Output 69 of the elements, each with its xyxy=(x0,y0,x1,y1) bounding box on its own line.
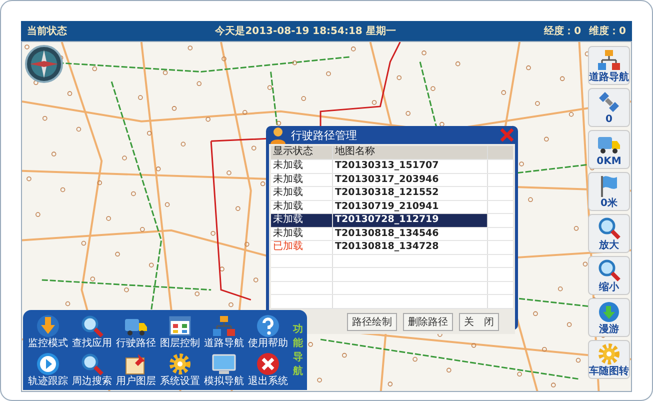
close-icon xyxy=(256,352,280,376)
map-name: T20130318_121552 xyxy=(333,187,488,200)
function-button[interactable]: 监控模式 xyxy=(27,314,69,350)
gear-icon xyxy=(168,352,192,376)
function-button[interactable]: 周边搜索 xyxy=(71,352,113,388)
magnifier-icon xyxy=(80,352,104,376)
route-row[interactable]: 未加载 T20130818_134546 xyxy=(271,228,513,241)
map-tool-button[interactable]: 0KM xyxy=(588,130,630,169)
map-tool-button[interactable]: 0 xyxy=(588,88,630,127)
function-button[interactable]: 系统设置 xyxy=(159,352,201,388)
map-name: T20130818_134728 xyxy=(333,241,488,254)
pinned-note-icon xyxy=(124,352,148,376)
map-tool-button[interactable]: 缩小 xyxy=(588,256,630,295)
magnifier-icon xyxy=(597,258,621,282)
function-button[interactable]: 用户图层 xyxy=(115,352,157,388)
function-button[interactable]: 图层控制 xyxy=(159,314,201,350)
status-title: 当前状态 xyxy=(27,24,67,38)
function-button[interactable]: 模拟导航 xyxy=(203,352,245,388)
function-button[interactable]: 道路导航 xyxy=(203,314,245,350)
gear-icon xyxy=(597,342,621,366)
coordinate-readout: 维度：0 xyxy=(589,24,626,38)
function-button[interactable]: 使用帮助 xyxy=(247,314,289,350)
dialog-button[interactable]: 删除路径 xyxy=(403,312,453,330)
compass-icon xyxy=(24,44,64,84)
map-name: T20130719_210941 xyxy=(333,200,488,213)
map-name: T20130317_203946 xyxy=(333,174,488,186)
window-grid-icon xyxy=(168,314,192,338)
magnifier-icon xyxy=(80,314,104,338)
function-button[interactable]: 行驶路径 xyxy=(115,314,157,350)
monitor-icon xyxy=(212,352,236,376)
play-icon xyxy=(36,352,60,376)
load-status: 未加载 xyxy=(271,214,333,226)
magnifier-icon xyxy=(597,216,621,240)
map-tool-button[interactable]: 车随图转 xyxy=(588,340,630,379)
function-button[interactable]: 查找应用 xyxy=(71,314,113,350)
route-row[interactable]: 未加载 T20130318_121552 xyxy=(271,187,513,200)
dialog-button[interactable]: 路径绘制 xyxy=(347,312,397,330)
date-time: 今天是2013-08-19 18:54:18 星期一 xyxy=(215,24,396,38)
load-status: 未加载 xyxy=(271,228,333,240)
load-status: 未加载 xyxy=(271,160,333,172)
column-header[interactable]: 显示状态 xyxy=(271,146,333,159)
map-tool-button[interactable]: 0米 xyxy=(588,172,630,211)
coordinate-readout: 经度：0 xyxy=(544,24,582,38)
route-row[interactable]: 已加载 T20130818_134728 xyxy=(271,241,513,254)
column-header[interactable]: 地图名称 xyxy=(333,146,488,159)
load-status: 已加载 xyxy=(271,241,333,254)
panel-label: 功能导航 xyxy=(293,323,303,379)
map-tool-button[interactable]: 道路导航 xyxy=(588,46,630,85)
map-name: T20130818_134546 xyxy=(333,228,488,240)
globe-icon xyxy=(597,300,621,324)
function-button[interactable]: 退出系统 xyxy=(247,352,289,388)
network-icon xyxy=(212,314,236,338)
help-icon xyxy=(256,314,280,338)
map-tool-button[interactable]: 放大 xyxy=(588,214,630,253)
map-name: T20130728_112719 xyxy=(333,214,488,226)
user-icon xyxy=(269,126,287,144)
satellite-icon xyxy=(597,90,621,114)
load-status: 未加载 xyxy=(271,187,333,200)
load-status: 未加载 xyxy=(271,174,333,186)
dialog-title: 行驶路径管理 xyxy=(291,128,358,142)
map-name: T20130313_151707 xyxy=(333,160,488,172)
route-row[interactable]: 未加载 T20130728_112719 xyxy=(271,214,513,228)
function-button[interactable]: 轨迹跟踪 xyxy=(27,352,69,388)
load-status: 未加载 xyxy=(271,200,333,213)
network-icon xyxy=(597,48,621,72)
route-row[interactable]: 未加载 T20130313_151707 xyxy=(271,160,513,174)
route-row[interactable]: 未加载 T20130317_203946 xyxy=(271,174,513,187)
dialog-button[interactable]: 关 闭 xyxy=(459,312,499,330)
map-tool-button[interactable]: 漫游 xyxy=(588,298,630,337)
